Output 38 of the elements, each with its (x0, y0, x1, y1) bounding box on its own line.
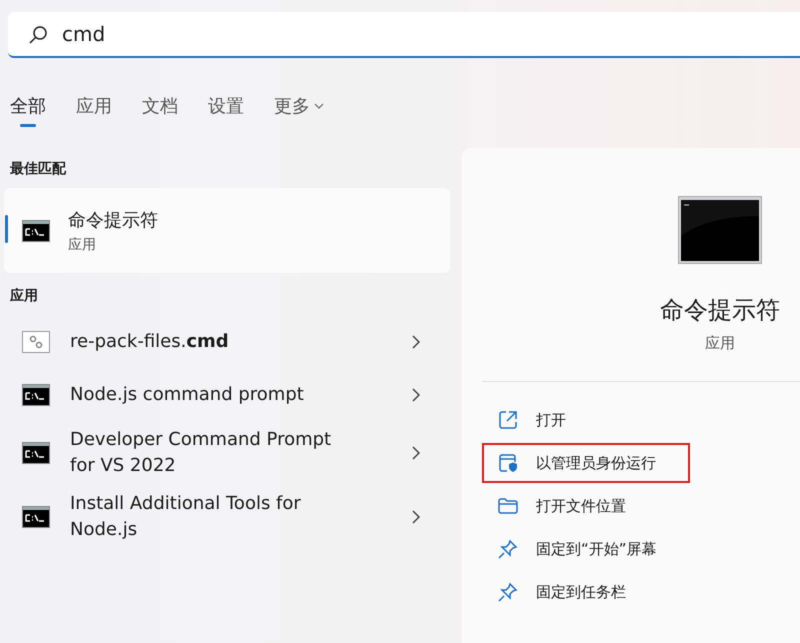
action-item[interactable]: 固定到任务栏 (482, 572, 782, 612)
console-icon (22, 442, 50, 464)
app-result[interactable]: Install Additional Tools for Node.js (70, 491, 392, 543)
chevron-right-icon (412, 388, 420, 402)
detail-title: 命令提示符 (660, 295, 780, 326)
filter-tab[interactable]: 全部 (10, 95, 46, 127)
best-match-card[interactable]: 命令提示符 应用 (4, 188, 450, 273)
search-icon (28, 25, 48, 45)
filter-tab[interactable]: 应用 (76, 95, 112, 127)
chevron-right-icon (412, 446, 420, 460)
app-type: 应用 (68, 236, 97, 254)
console-icon (22, 384, 50, 406)
app-result[interactable]: re-pack-files.cmd (70, 328, 392, 354)
gear-file-icon (22, 330, 50, 352)
section-heading: 应用 (8, 287, 39, 305)
pin-icon (498, 582, 518, 602)
filter-tab[interactable]: 文档 (142, 95, 178, 127)
filter-tab[interactable]: 设置 (208, 95, 244, 127)
folder-icon (498, 497, 518, 515)
external-link-icon (498, 410, 518, 430)
pin-icon (498, 539, 518, 559)
chevron-right-icon (412, 510, 420, 524)
console-icon (22, 220, 50, 242)
section-heading: 最佳匹配 (9, 160, 68, 178)
detail-type: 应用 (705, 334, 735, 353)
console-icon (22, 506, 50, 528)
app-result[interactable]: Node.js command prompt (70, 382, 392, 408)
app-title: 命令提示符 (68, 208, 158, 232)
app-result[interactable]: Developer Command Prompt for VS 2022 (70, 427, 392, 479)
search-field[interactable]: cmd (8, 12, 800, 58)
chevron-right-icon (412, 334, 420, 348)
filter-tab[interactable]: 更多 (274, 95, 324, 127)
shield-window-icon (498, 453, 518, 473)
action-item[interactable]: 打开 (482, 400, 782, 440)
action-item[interactable]: 以管理员身份运行 (482, 443, 690, 483)
action-item[interactable]: 固定到“开始”屏幕 (482, 529, 782, 569)
console-window-icon (678, 196, 762, 264)
action-item[interactable]: 打开文件位置 (482, 486, 782, 526)
